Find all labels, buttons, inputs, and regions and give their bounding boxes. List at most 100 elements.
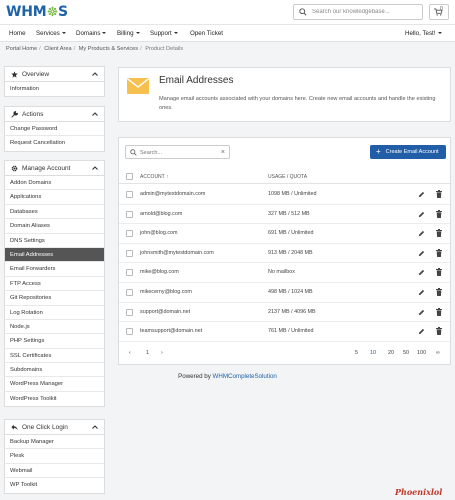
page-prev[interactable]: ‹ (129, 350, 131, 356)
star-icon (11, 71, 18, 78)
sidebar-item-wp-toolkit[interactable]: WP Toolkit (5, 478, 104, 492)
trash-icon[interactable] (436, 268, 442, 277)
trash-icon[interactable] (436, 307, 442, 316)
search-icon (130, 149, 137, 156)
sidebar-manage-header[interactable]: Manage Account (5, 161, 104, 176)
cart-button[interactable]: 0 (429, 4, 449, 20)
row-checkbox[interactable] (126, 230, 133, 238)
row-account: teamsupport@domain.net (140, 328, 203, 335)
row-checkbox[interactable] (126, 210, 133, 218)
row-checkbox[interactable] (126, 308, 133, 316)
column-account[interactable]: ACCOUNT ↑ (140, 174, 169, 180)
page-size-10[interactable]: 10 (370, 350, 376, 356)
trash-icon[interactable] (436, 229, 442, 238)
sidebar-item-git-repositories[interactable]: Git Repositories (5, 291, 104, 306)
sidebar-item-php-settings[interactable]: PHP Settings (5, 334, 104, 349)
sidebar-item-dns-settings[interactable]: DNS Settings (5, 234, 104, 248)
page-size-all[interactable]: ∞ (436, 350, 440, 356)
sidebar-item-ftp-access[interactable]: FTP Access (5, 277, 104, 292)
sidebar-item-applications[interactable]: Applications (5, 190, 104, 205)
sidebar-item-log-rotation[interactable]: Log Rotation (5, 306, 104, 320)
sidebar-item-addon-domains[interactable]: Addon Domains (5, 176, 104, 191)
clear-icon[interactable]: × (221, 148, 225, 157)
pencil-icon[interactable] (418, 289, 425, 296)
nav-home[interactable]: Home (9, 30, 26, 37)
nav-domains[interactable]: Domains (76, 30, 107, 37)
row-checkbox[interactable] (126, 328, 133, 336)
page-size-5[interactable]: 5 (355, 350, 358, 356)
row-checkbox[interactable] (126, 269, 133, 277)
table-search[interactable]: × (125, 145, 230, 159)
sort-icon: ↑ (166, 174, 169, 180)
logo-cog-icon: ☸ (46, 5, 59, 20)
knowledgebase-search-input[interactable] (312, 7, 420, 17)
table-row: support@domain.net 2137 MB / 4096 MB (119, 303, 450, 323)
page-size-100[interactable]: 100 (417, 350, 426, 356)
column-usage[interactable]: USAGE / QUOTA (268, 174, 307, 180)
sidebar-item-email-addresses[interactable]: Email Addresses (5, 247, 104, 263)
cart-count: 0 (440, 6, 443, 12)
sidebar-item-email-forwarders[interactable]: Email Forwarders (5, 262, 104, 277)
trash-icon[interactable] (436, 288, 442, 296)
sidebar-item-webmail[interactable]: Webmail (5, 464, 104, 479)
sidebar-item-backup-manager[interactable]: Backup Manager (5, 435, 104, 450)
breadcrumb-products-services[interactable]: My Products & Services (79, 46, 138, 52)
pencil-icon[interactable] (418, 250, 425, 257)
page-size-50[interactable]: 50 (403, 350, 409, 356)
page-size-20[interactable]: 20 (388, 350, 394, 356)
sidebar-item-plesk[interactable]: Plesk (5, 449, 104, 464)
row-checkbox[interactable] (126, 249, 133, 257)
page-number[interactable]: 1 (146, 350, 149, 356)
nav-user-menu[interactable]: Hello, Test! (405, 30, 442, 37)
trash-icon[interactable] (436, 327, 442, 336)
row-checkbox[interactable] (126, 289, 133, 296)
pencil-icon[interactable] (418, 269, 425, 276)
pencil-icon[interactable] (418, 230, 425, 237)
trash-icon[interactable] (436, 248, 442, 257)
sidebar-actions-header[interactable]: Actions (5, 107, 104, 122)
sidebar-item-wordpress-toolkit[interactable]: WordPress Toolkit (5, 392, 104, 406)
breadcrumb-client-area[interactable]: Client Area (44, 46, 71, 52)
row-usage: 2137 MB / 4096 MB (268, 308, 316, 315)
table-row: john@blog.com 691 MB / Unlimited (119, 224, 450, 244)
trash-icon[interactable] (436, 209, 442, 218)
sidebar-item-databases[interactable]: Databases (5, 205, 104, 220)
caret-down-icon (173, 32, 178, 34)
breadcrumb-portal-home[interactable]: Portal Home (6, 46, 37, 52)
create-email-account-button[interactable]: + Create Email Account (370, 145, 446, 159)
sidebar-oneclick-panel: One Click Login Backup Manager Plesk Web… (4, 419, 105, 494)
pencil-icon[interactable] (418, 309, 425, 316)
nav-support[interactable]: Support (150, 30, 178, 37)
powered-by-link[interactable]: WHMCompleteSolution (213, 373, 277, 380)
caret-down-icon (102, 32, 107, 34)
pencil-icon[interactable] (418, 328, 425, 335)
nav-billing[interactable]: Billing (117, 30, 140, 37)
knowledgebase-search[interactable] (293, 4, 423, 20)
page-next[interactable]: › (161, 350, 163, 356)
row-account: john@blog.com (140, 230, 178, 237)
page-description: Manage email accounts associated with yo… (159, 96, 436, 111)
sidebar-item-nodejs[interactable]: Node.js (5, 320, 104, 335)
sidebar-item-ssl-certificates[interactable]: SSL Certificates (5, 349, 104, 364)
pencil-icon[interactable] (418, 211, 425, 218)
sidebar-item-request-cancellation[interactable]: Request Cancellation (5, 136, 104, 150)
whmcs-logo[interactable]: WHM☸S (6, 5, 68, 20)
trash-icon[interactable] (436, 190, 442, 198)
chevron-up-icon (92, 112, 98, 116)
table-search-input[interactable] (140, 148, 220, 157)
nav-open-ticket[interactable]: Open Ticket (190, 30, 223, 37)
breadcrumb-current: Product Details (145, 46, 184, 52)
sidebar-item-change-password[interactable]: Change Password (5, 122, 104, 137)
breadcrumb: Portal Home / Client Area / My Products & … (6, 46, 184, 52)
pencil-icon[interactable] (418, 191, 425, 198)
table-row: mike@blog.com No mailbox (119, 263, 450, 283)
sidebar-item-domain-aliases[interactable]: Domain Aliases (5, 219, 104, 234)
sidebar-item-information[interactable]: Information (5, 82, 104, 96)
pagination: ‹ 1 › 5 10 20 50 100 ∞ (119, 347, 450, 361)
page-header-card: Email Addresses Manage email accounts as… (118, 67, 451, 122)
row-checkbox[interactable] (126, 191, 133, 198)
sidebar-oneclick-header[interactable]: One Click Login (5, 420, 104, 435)
sidebar-overview-header[interactable]: Overview (5, 67, 104, 82)
select-all-checkbox[interactable] (126, 173, 133, 180)
nav-services[interactable]: Services (36, 30, 66, 37)
